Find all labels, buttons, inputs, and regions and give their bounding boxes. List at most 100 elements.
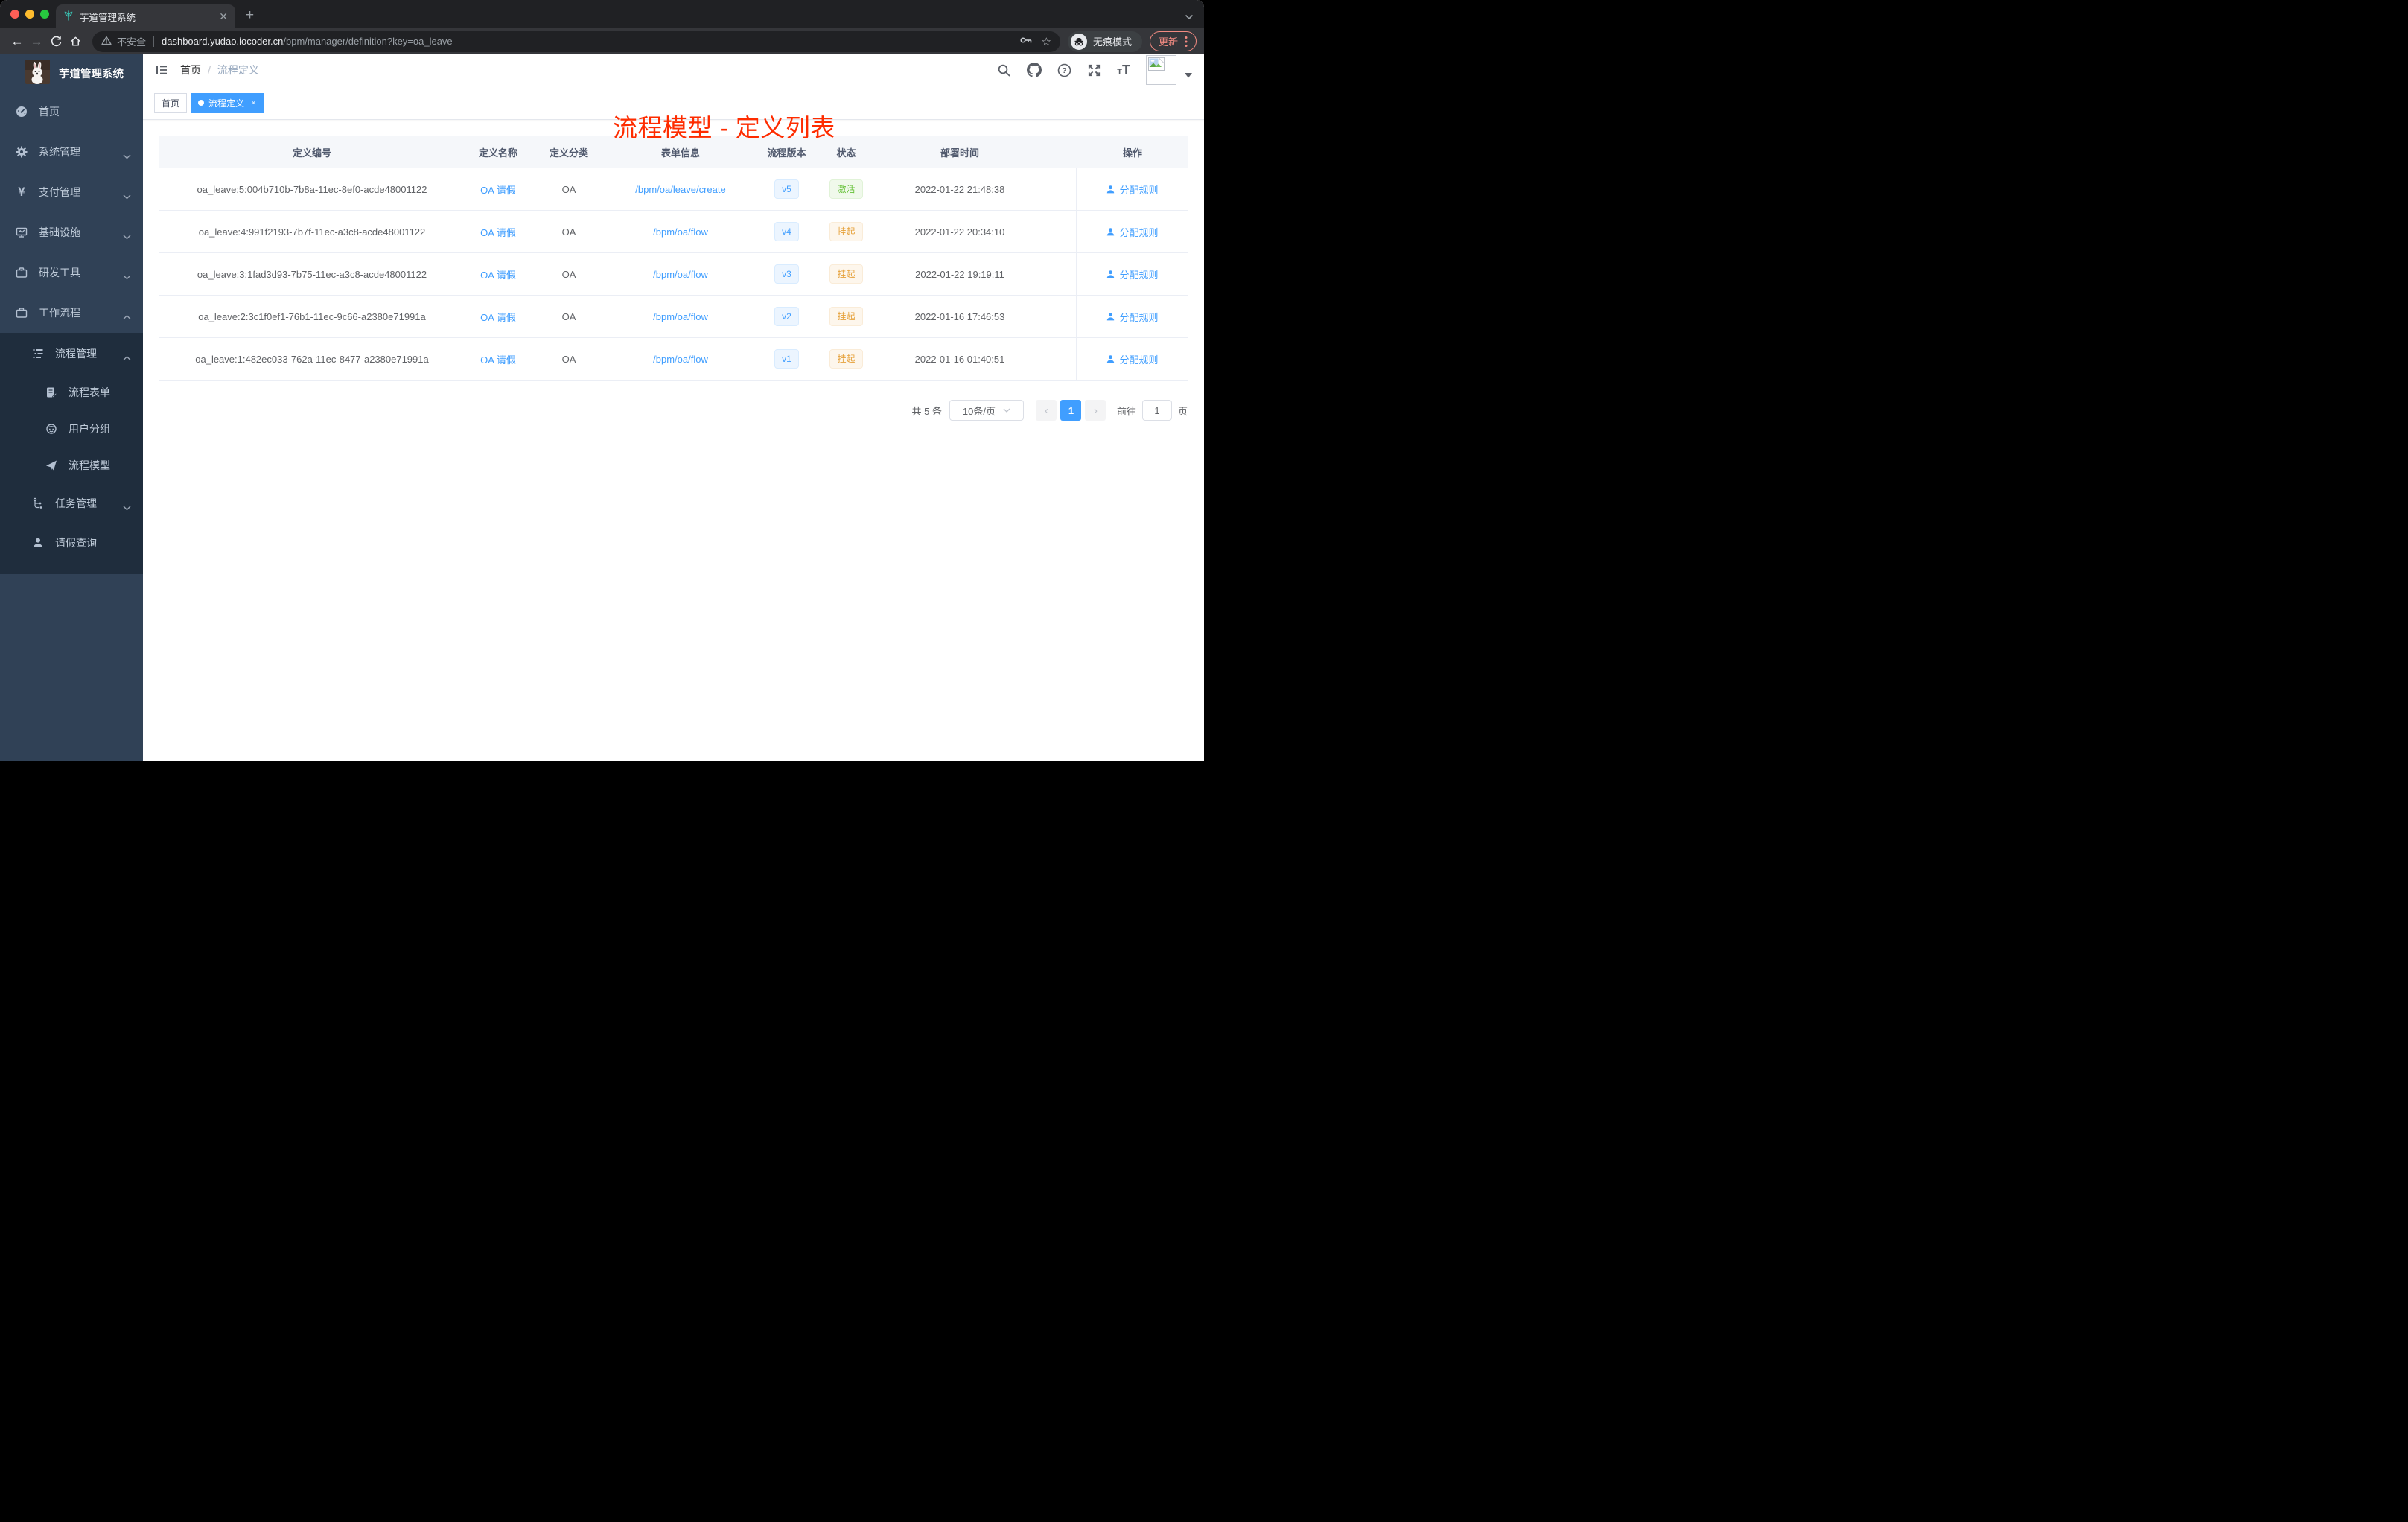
caret-down-icon[interactable] xyxy=(1185,69,1192,82)
annotation-title: 流程模型 - 定义列表 xyxy=(613,114,835,141)
sidebar-item-system[interactable]: 系统管理 xyxy=(0,132,143,172)
action-label: 分配规则 xyxy=(1119,269,1159,281)
form-link[interactable]: /bpm/oa/flow xyxy=(653,269,708,280)
user-avatar[interactable] xyxy=(1146,55,1176,85)
sidebar-item-label: 任务管理 xyxy=(55,497,97,509)
url-divider xyxy=(153,36,155,47)
assign-rule-link[interactable]: 分配规则 xyxy=(1106,225,1159,239)
page-content: 定义编号 定义名称 定义分类 表单信息 流程版本 状态 部署时间 操作 oa_l… xyxy=(143,120,1204,761)
tag-close-icon[interactable]: × xyxy=(251,98,256,108)
deploy-time: 2022-01-22 21:48:38 xyxy=(914,183,1005,195)
version-badge: v5 xyxy=(774,179,799,199)
macos-window-controls[interactable] xyxy=(10,10,49,19)
status-badge: 挂起 xyxy=(829,222,863,241)
sidebar-item-process-management[interactable]: 流程管理 xyxy=(0,333,143,374)
definition-name-link[interactable]: OA 请假 xyxy=(480,227,516,238)
assign-rule-link[interactable]: 分配规则 xyxy=(1106,352,1159,366)
incognito-icon xyxy=(1070,33,1087,50)
pagination: 共 5 条 10条/页 ‹ 1 › 前往 1 页 xyxy=(159,400,1188,421)
sidebar-item-process-model[interactable]: 流程模型 xyxy=(0,447,143,483)
sidebar-item-label: 请假查询 xyxy=(55,537,97,549)
tab-search-chevron-icon[interactable] xyxy=(1185,10,1194,24)
table-row: oa_leave:5:004b710b-7b8a-11ec-8ef0-acde4… xyxy=(159,168,1188,211)
fullscreen-icon[interactable] xyxy=(1087,63,1101,77)
definition-id: oa_leave:4:991f2193-7b7f-11ec-a3c8-acde4… xyxy=(198,226,426,238)
column-header: 定义分类 xyxy=(549,147,588,159)
sidebar-item-workflow[interactable]: 工作流程 xyxy=(0,293,143,333)
sidebar-logo-row[interactable]: 芋道管理系统 xyxy=(0,54,143,92)
close-window-button[interactable] xyxy=(10,10,19,19)
reload-button[interactable] xyxy=(46,32,66,51)
font-size-icon[interactable]: TT xyxy=(1117,63,1130,77)
definition-category: OA xyxy=(561,353,576,365)
not-secure-warning-icon[interactable] xyxy=(101,36,112,48)
form-link[interactable]: /bpm/oa/flow xyxy=(653,354,708,365)
browser-update-button[interactable]: 更新 xyxy=(1149,31,1197,51)
form-link[interactable]: /bpm/oa/leave/create xyxy=(635,184,725,195)
definition-name-link[interactable]: OA 请假 xyxy=(480,185,516,196)
minimize-window-button[interactable] xyxy=(25,10,34,19)
tab-close-icon[interactable]: ✕ xyxy=(219,10,228,23)
tag-home[interactable]: 首页 xyxy=(154,92,188,113)
home-button[interactable] xyxy=(66,32,85,51)
zoom-window-button[interactable] xyxy=(40,10,49,19)
action-label: 分配规则 xyxy=(1119,226,1159,238)
sidebar-item-leave-query[interactable]: 请假查询 xyxy=(0,523,143,563)
sidebar-item-label: 工作流程 xyxy=(39,307,80,319)
password-key-icon[interactable] xyxy=(1019,35,1033,48)
sidebar-item-devtools[interactable]: 研发工具 xyxy=(0,252,143,293)
sidebar-item-label: 流程表单 xyxy=(69,386,110,398)
table-row: oa_leave:1:482ec033-762a-11ec-8477-a2380… xyxy=(159,338,1188,380)
action-label: 分配规则 xyxy=(1119,184,1159,196)
page-size-select[interactable]: 10条/页 xyxy=(949,400,1024,421)
definition-name-link[interactable]: OA 请假 xyxy=(480,312,516,323)
assign-rule-link[interactable]: 分配规则 xyxy=(1106,182,1159,197)
table-row: oa_leave:4:991f2193-7b7f-11ec-a3c8-acde4… xyxy=(159,211,1188,253)
assign-rule-link[interactable]: 分配规则 xyxy=(1106,310,1159,324)
sidebar-item-payment[interactable]: ¥ 支付管理 xyxy=(0,172,143,212)
browser-window: 芋道管理系统 ✕ + ← → 不安全 dashboard.yudao.iocod… xyxy=(0,0,1204,761)
assign-rule-link[interactable]: 分配规则 xyxy=(1106,267,1159,281)
form-link[interactable]: /bpm/oa/flow xyxy=(653,311,708,322)
deploy-time: 2022-01-16 17:46:53 xyxy=(914,311,1005,322)
search-icon[interactable] xyxy=(997,63,1011,77)
current-page-button[interactable]: 1 xyxy=(1060,400,1082,421)
forward-button[interactable]: → xyxy=(27,32,46,51)
active-dot-icon xyxy=(198,100,205,106)
table-row: oa_leave:3:1fad3d93-7b75-11ec-a3c8-acde4… xyxy=(159,253,1188,296)
tag-process-definition[interactable]: 流程定义 × xyxy=(191,92,264,113)
sidebar-item-infrastructure[interactable]: 基础设施 xyxy=(0,212,143,252)
address-bar[interactable]: 不安全 dashboard.yudao.iocoder.cn/bpm/manag… xyxy=(92,31,1060,52)
sidebar-item-user-group[interactable]: 用户分组 xyxy=(0,410,143,447)
definition-name-link[interactable]: OA 请假 xyxy=(480,354,516,366)
chevron-up-icon xyxy=(123,311,131,322)
org-tree-icon xyxy=(31,497,45,509)
version-badge: v3 xyxy=(774,264,799,284)
goto-label: 前往 xyxy=(1116,405,1136,417)
back-button[interactable]: ← xyxy=(7,32,27,51)
kebab-menu-icon xyxy=(1185,36,1188,47)
new-tab-button[interactable]: + xyxy=(246,6,254,25)
github-icon[interactable] xyxy=(1027,63,1042,77)
page-size-value: 10条/页 xyxy=(962,405,996,417)
bookmark-star-icon[interactable]: ☆ xyxy=(1042,35,1051,48)
prev-page-button[interactable]: ‹ xyxy=(1036,400,1057,421)
goto-page-input[interactable]: 1 xyxy=(1141,400,1172,421)
definition-name-link[interactable]: OA 请假 xyxy=(480,270,516,281)
breadcrumb-current: 流程定义 xyxy=(217,64,259,76)
sidebar-item-home[interactable]: 首页 xyxy=(0,92,143,132)
sidebar-collapse-icon[interactable] xyxy=(155,63,168,77)
yen-icon: ¥ xyxy=(18,185,25,199)
action-label: 分配规则 xyxy=(1119,311,1159,323)
sidebar-item-process-form[interactable]: 流程表单 xyxy=(0,374,143,410)
status-badge: 挂起 xyxy=(829,264,863,284)
browser-tab[interactable]: 芋道管理系统 ✕ xyxy=(56,4,235,28)
favicon-plant-icon xyxy=(63,10,74,23)
form-link[interactable]: /bpm/oa/flow xyxy=(653,226,708,238)
definition-id: oa_leave:5:004b710b-7b8a-11ec-8ef0-acde4… xyxy=(197,183,427,195)
url-path: /bpm/manager/definition?key=oa_leave xyxy=(283,36,453,47)
help-icon[interactable]: ? xyxy=(1057,63,1071,77)
sidebar-item-task-management[interactable]: 任务管理 xyxy=(0,483,143,523)
breadcrumb-home[interactable]: 首页 xyxy=(180,63,201,77)
next-page-button[interactable]: › xyxy=(1085,400,1106,421)
